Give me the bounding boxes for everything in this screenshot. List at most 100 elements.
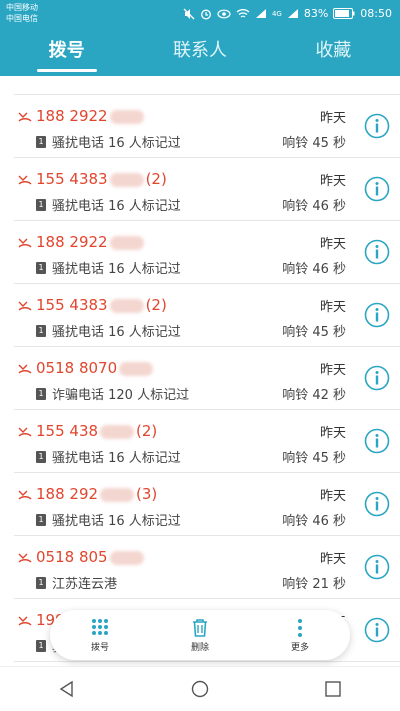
eye-icon xyxy=(217,9,231,18)
call-number: 155 438 (2) xyxy=(36,422,157,440)
redacted-digits xyxy=(100,487,135,502)
call-count: (3) xyxy=(136,485,158,503)
recents-icon[interactable] xyxy=(324,680,342,698)
call-tag: 骚扰电话 16 人标记过 xyxy=(52,514,181,529)
sim-badge: 1 xyxy=(36,576,46,589)
call-duration: 响铃 42 秒 xyxy=(282,388,346,403)
back-icon[interactable] xyxy=(58,680,76,698)
redacted-digits xyxy=(100,424,135,439)
call-duration: 响铃 45 秒 xyxy=(282,325,346,340)
call-subtitle: 1 骚扰电话 16 人标记过 xyxy=(36,258,181,277)
call-log-row[interactable]: 0518 8070 1 诈骗电话 120 人标记过 昨天 响铃 42 秒 xyxy=(14,347,400,410)
sim-badge: 1 xyxy=(36,639,46,652)
call-subtitle: 1 骚扰电话 16 人标记过 xyxy=(36,510,181,529)
call-number-text: 155 438 xyxy=(36,422,99,440)
info-icon[interactable] xyxy=(364,113,390,139)
sim-badge: 1 xyxy=(36,450,46,463)
call-log-row[interactable]: 188 2922 1 骚扰电话 16 人标记过 昨天 响铃 46 秒 xyxy=(14,221,400,284)
info-icon[interactable] xyxy=(364,554,390,580)
call-count: (2) xyxy=(145,296,167,314)
call-subtitle: 1 骚扰电话 16 人标记过 xyxy=(36,321,181,340)
call-date: 昨天 xyxy=(319,426,346,441)
call-log-row[interactable]: 188 292 (3) 1 骚扰电话 16 人标记过 昨天 响铃 46 秒 xyxy=(14,473,400,536)
dialpad-icon xyxy=(92,618,108,635)
missed-call-icon xyxy=(18,112,32,122)
call-number-text: 188 2922 xyxy=(36,233,108,251)
battery-icon xyxy=(333,8,355,19)
tab-favorites[interactable]: 收藏 xyxy=(267,30,400,76)
missed-call-icon xyxy=(18,490,32,500)
carrier-info: 中国移动 中国电信 xyxy=(6,2,38,24)
delete-label: 删除 xyxy=(190,642,209,653)
trash-icon xyxy=(193,618,207,637)
call-number-text: 188 2922 xyxy=(36,107,108,125)
active-tab-indicator xyxy=(36,69,97,72)
sim-badge: 1 xyxy=(36,135,46,148)
dialpad-label: 拨号 xyxy=(90,642,109,653)
call-number-text: 155 4383 xyxy=(36,170,108,188)
info-icon[interactable] xyxy=(364,239,390,265)
call-log-list[interactable]: 188 2922 1 骚扰电话 16 人标记过 昨天 响铃 45 秒 155 4… xyxy=(0,76,400,676)
missed-call-icon xyxy=(18,553,32,563)
tab-contacts-label: 联系人 xyxy=(172,40,227,61)
call-log-row[interactable]: 188 2922 1 骚扰电话 16 人标记过 昨天 响铃 45 秒 xyxy=(14,95,400,158)
call-number-text: 155 4383 xyxy=(36,296,108,314)
missed-call-icon xyxy=(18,427,32,437)
info-icon[interactable] xyxy=(364,428,390,454)
call-date: 昨天 xyxy=(319,237,346,252)
system-nav-bar xyxy=(0,666,400,711)
call-duration: 响铃 45 秒 xyxy=(282,136,346,151)
call-subtitle: 1 诈骗电话 120 人标记过 xyxy=(36,384,189,403)
tab-contacts[interactable]: 联系人 xyxy=(133,30,266,76)
call-duration: 响铃 46 秒 xyxy=(282,514,346,529)
call-log-row[interactable]: 155 4383 (2) 1 骚扰电话 16 人标记过 昨天 响铃 46 秒 xyxy=(14,158,400,221)
alarm-icon xyxy=(201,9,211,19)
call-number: 0518 8070 xyxy=(36,359,155,377)
info-icon[interactable] xyxy=(364,617,390,643)
call-number: 0518 805 xyxy=(36,548,146,566)
redacted-digits xyxy=(109,550,144,565)
info-icon[interactable] xyxy=(364,491,390,517)
info-icon[interactable] xyxy=(364,365,390,391)
carrier-2: 中国电信 xyxy=(6,14,38,23)
call-count: (2) xyxy=(145,170,167,188)
redacted-digits xyxy=(109,109,144,124)
call-log-row[interactable]: 155 4383 (2) 1 骚扰电话 16 人标记过 昨天 响铃 45 秒 xyxy=(14,284,400,347)
battery-percent: 83% xyxy=(303,7,329,20)
call-number: 188 2922 xyxy=(36,107,146,125)
sim-badge: 1 xyxy=(36,324,46,337)
home-icon[interactable] xyxy=(191,680,209,698)
missed-call-icon xyxy=(18,301,32,311)
call-date: 昨天 xyxy=(319,300,346,315)
call-subtitle: 1 骚扰电话 16 人标记过 xyxy=(36,195,181,214)
network-type-label: 4G xyxy=(271,9,282,18)
missed-call-icon xyxy=(18,175,32,185)
more-button[interactable]: 更多 xyxy=(250,610,350,660)
call-date: 昨天 xyxy=(319,489,346,504)
call-date: 昨天 xyxy=(319,363,346,378)
call-log-row[interactable]: 0518 805 1 江苏连云港 昨天 响铃 21 秒 xyxy=(14,536,400,599)
tab-dial[interactable]: 拨号 xyxy=(0,30,133,76)
call-tag: 江苏连云港 xyxy=(52,577,118,592)
call-tag: 骚扰电话 16 人标记过 xyxy=(52,262,181,277)
call-number: 155 4383 (2) xyxy=(36,296,167,314)
delete-button[interactable]: 删除 xyxy=(150,610,250,660)
info-icon[interactable] xyxy=(364,302,390,328)
call-tag: 骚扰电话 16 人标记过 xyxy=(52,451,181,466)
dialpad-button[interactable]: 拨号 xyxy=(50,610,150,660)
call-duration: 响铃 46 秒 xyxy=(282,262,346,277)
sim-badge: 1 xyxy=(36,198,46,211)
redacted-digits xyxy=(109,298,144,313)
call-tag: 骚扰电话 16 人标记过 xyxy=(52,325,181,340)
call-duration: 响铃 46 秒 xyxy=(282,199,346,214)
signal-icon-2 xyxy=(287,9,298,18)
sim-badge: 1 xyxy=(36,261,46,274)
call-subtitle: 1 江苏连云港 xyxy=(36,573,117,592)
call-log-row[interactable]: 155 438 (2) 1 骚扰电话 16 人标记过 昨天 响铃 45 秒 xyxy=(14,410,400,473)
call-subtitle: 1 骚扰电话 16 人标记过 xyxy=(36,132,181,151)
call-number: 188 292 (3) xyxy=(36,485,157,503)
sim-badge: 1 xyxy=(36,387,46,400)
signal-icon-1 xyxy=(255,9,266,18)
redacted-digits xyxy=(109,235,144,250)
info-icon[interactable] xyxy=(364,176,390,202)
